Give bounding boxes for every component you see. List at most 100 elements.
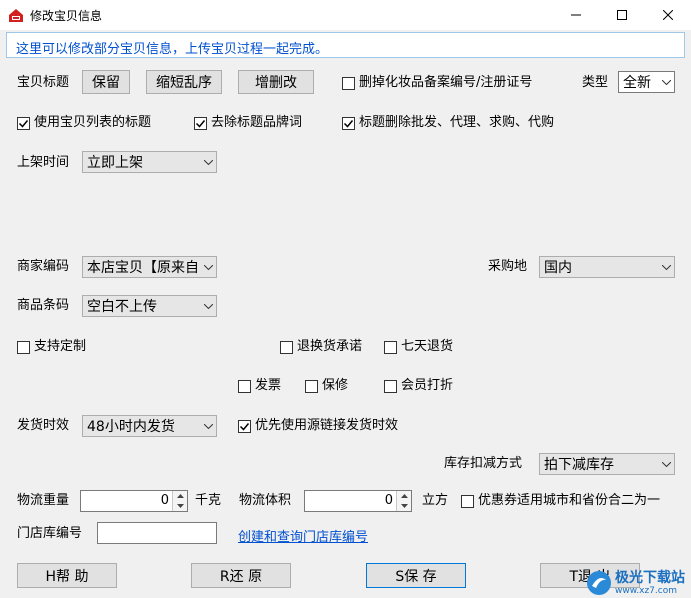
support-custom-checkbox[interactable]: 支持定制: [17, 339, 86, 355]
purchase-location-label: 采购地: [488, 259, 528, 274]
watermark: 极光下载站 www.xz7.com: [586, 570, 685, 596]
merchant-code-select[interactable]: 本店宝贝【原来自: [82, 256, 217, 278]
checkbox-box[interactable]: [17, 340, 30, 354]
stock-deduct-label: 库存扣减方式: [444, 456, 523, 471]
type-select-value: 全新: [623, 75, 651, 91]
checkmark-icon: [195, 119, 206, 128]
type-label: 类型: [582, 75, 609, 90]
chevron-down-icon: [658, 461, 674, 467]
close-button[interactable]: [645, 0, 691, 30]
coupon-merge-checkbox[interactable]: 优惠券适用城市和省份合二为一: [461, 493, 660, 509]
spin-down-icon[interactable]: [173, 501, 187, 511]
delivery-time-value: 48小时内发货: [87, 419, 175, 435]
purchase-location-value: 国内: [544, 260, 572, 276]
spin-up-icon[interactable]: [397, 491, 411, 501]
checkbox-label: 会员打折: [401, 378, 454, 393]
checkbox-box[interactable]: [17, 116, 30, 130]
delete-cosmetic-checkbox[interactable]: 删掉化妆品备案编号/注册证号: [342, 75, 532, 91]
checkbox-box[interactable]: [342, 76, 355, 90]
minimize-button[interactable]: [553, 0, 599, 30]
purchase-location-select[interactable]: 国内: [539, 256, 675, 278]
shorten-shuffle-button[interactable]: 缩短乱序: [146, 70, 222, 94]
remove-wholesale-checkbox[interactable]: 标题删除批发、代理、求购、代购: [342, 115, 554, 131]
chevron-down-icon: [200, 303, 216, 309]
checkbox-box[interactable]: [342, 116, 355, 130]
seven-day-return-checkbox[interactable]: 七天退货: [384, 339, 453, 355]
listing-time-value: 立即上架: [87, 155, 143, 171]
checkbox-box[interactable]: [384, 340, 397, 354]
logistics-volume-value[interactable]: 0: [305, 491, 396, 511]
checkbox-label: 优惠券适用城市和省份合二为一: [478, 493, 661, 508]
checkbox-label: 七天退货: [401, 339, 454, 354]
checkbox-box[interactable]: [280, 340, 293, 354]
logistics-weight-value[interactable]: 0: [81, 491, 172, 511]
checkbox-box[interactable]: [305, 379, 318, 393]
watermark-brand: 极光下载站: [615, 569, 685, 586]
checkbox-label: 删掉化妆品备案编号/注册证号: [359, 75, 533, 90]
logistics-volume-label: 物流体积: [239, 493, 292, 508]
spin-up-icon[interactable]: [173, 491, 187, 501]
chevron-down-icon: [200, 423, 216, 429]
save-button[interactable]: S保 存: [366, 563, 466, 588]
chevron-down-icon: [200, 159, 216, 165]
checkbox-label: 保修: [322, 378, 349, 393]
listing-time-label: 上架时间: [17, 155, 70, 170]
merchant-code-label: 商家编码: [17, 259, 70, 274]
restore-button[interactable]: R还 原: [191, 563, 291, 588]
watermark-logo-icon: [587, 571, 611, 595]
info-banner: 这里可以修改部分宝贝信息，上传宝贝过程一起完成。: [6, 32, 685, 58]
window-title: 修改宝贝信息: [30, 9, 103, 23]
checkbox-label: 优先使用源链接发货时效: [255, 418, 399, 433]
logistics-weight-spinner[interactable]: 0: [80, 490, 188, 512]
member-discount-checkbox[interactable]: 会员打折: [384, 378, 453, 394]
checkbox-box[interactable]: [384, 379, 397, 393]
use-list-title-checkbox[interactable]: 使用宝贝列表的标题: [17, 115, 151, 131]
checkbox-label: 使用宝贝列表的标题: [34, 115, 152, 130]
delivery-time-label: 发货时效: [17, 418, 70, 433]
checkbox-box[interactable]: [461, 494, 474, 508]
maximize-button[interactable]: [599, 0, 645, 30]
prefer-source-delivery-checkbox[interactable]: 优先使用源链接发货时效: [238, 418, 398, 434]
merchant-code-value: 本店宝贝【原来自: [87, 260, 199, 276]
type-select[interactable]: 全新: [618, 71, 675, 93]
checkmark-icon: [239, 422, 250, 431]
barcode-label: 商品条码: [17, 298, 70, 313]
store-code-label: 门店库编号: [17, 526, 83, 541]
chevron-down-icon: [200, 264, 216, 270]
title-bar: 修改宝贝信息: [0, 0, 691, 30]
warranty-checkbox[interactable]: 保修: [305, 378, 348, 394]
checkmark-icon: [18, 119, 29, 128]
barcode-value: 空白不上传: [87, 299, 157, 315]
barcode-select[interactable]: 空白不上传: [82, 295, 217, 317]
stock-deduct-select[interactable]: 拍下减库存: [539, 453, 675, 475]
checkbox-label: 支持定制: [34, 339, 87, 354]
checkbox-box[interactable]: [238, 419, 251, 433]
exchange-promise-checkbox[interactable]: 退换货承诺: [280, 339, 362, 355]
listing-time-select[interactable]: 立即上架: [82, 151, 217, 173]
keep-title-button[interactable]: 保留: [82, 70, 130, 94]
help-button[interactable]: H帮 助: [17, 563, 117, 588]
volume-unit-label: 立方: [422, 493, 449, 508]
edit-title-button[interactable]: 增删改: [238, 70, 314, 94]
remove-brand-checkbox[interactable]: 去除标题品牌词: [194, 115, 302, 131]
checkbox-label: 发票: [255, 378, 282, 393]
logistics-weight-label: 物流重量: [17, 493, 70, 508]
app-logo-icon: [8, 7, 24, 23]
watermark-url: www.xz7.com: [615, 585, 677, 596]
stock-deduct-value: 拍下减库存: [544, 457, 614, 473]
checkbox-label: 退换货承诺: [297, 339, 363, 354]
delivery-time-select[interactable]: 48小时内发货: [82, 415, 217, 437]
store-code-input[interactable]: [97, 522, 217, 544]
checkbox-box[interactable]: [194, 116, 207, 130]
store-code-link[interactable]: 创建和查询门店库编号: [238, 526, 368, 545]
logistics-volume-spinner[interactable]: 0: [304, 490, 412, 512]
checkbox-label: 去除标题品牌词: [211, 115, 303, 130]
spin-down-icon[interactable]: [397, 501, 411, 511]
title-label: 宝贝标题: [17, 75, 70, 90]
weight-unit-label: 千克: [195, 493, 222, 508]
chevron-down-icon: [658, 264, 674, 270]
checkbox-label: 标题删除批发、代理、求购、代购: [359, 115, 555, 130]
invoice-checkbox[interactable]: 发票: [238, 378, 281, 394]
chevron-down-icon: [658, 79, 674, 85]
checkbox-box[interactable]: [238, 379, 251, 393]
